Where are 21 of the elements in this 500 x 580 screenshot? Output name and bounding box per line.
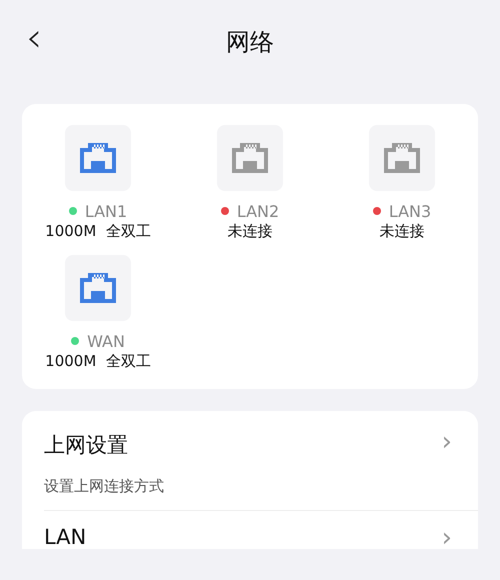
setting-description: 设置上网连接方式	[44, 477, 164, 496]
port-name: LAN3	[388, 202, 432, 220]
ethernet-port-icon	[80, 143, 116, 173]
port-tile[interactable]	[217, 125, 283, 191]
port-status: 未连接	[228, 222, 272, 241]
ethernet-port-icon	[384, 143, 420, 173]
back-button[interactable]: ‹	[22, 18, 46, 58]
ethernet-port-icon	[232, 143, 268, 173]
setting-title[interactable]: LAN	[44, 525, 86, 549]
ethernet-port-icon	[80, 273, 116, 303]
port-tile[interactable]	[65, 255, 131, 321]
port-tile[interactable]	[369, 125, 435, 191]
port-status: 1000M 全双工	[45, 352, 151, 371]
port-tile[interactable]	[65, 125, 131, 191]
port-name: WAN	[87, 332, 125, 350]
page-title: 网络	[226, 27, 274, 58]
setting-title[interactable]: 上网设置	[44, 431, 128, 459]
port-name: LAN1	[84, 202, 128, 220]
port-status: 1000M 全双工	[45, 222, 151, 241]
port-status: 未连接	[380, 222, 424, 241]
port-name: LAN2	[236, 202, 280, 220]
